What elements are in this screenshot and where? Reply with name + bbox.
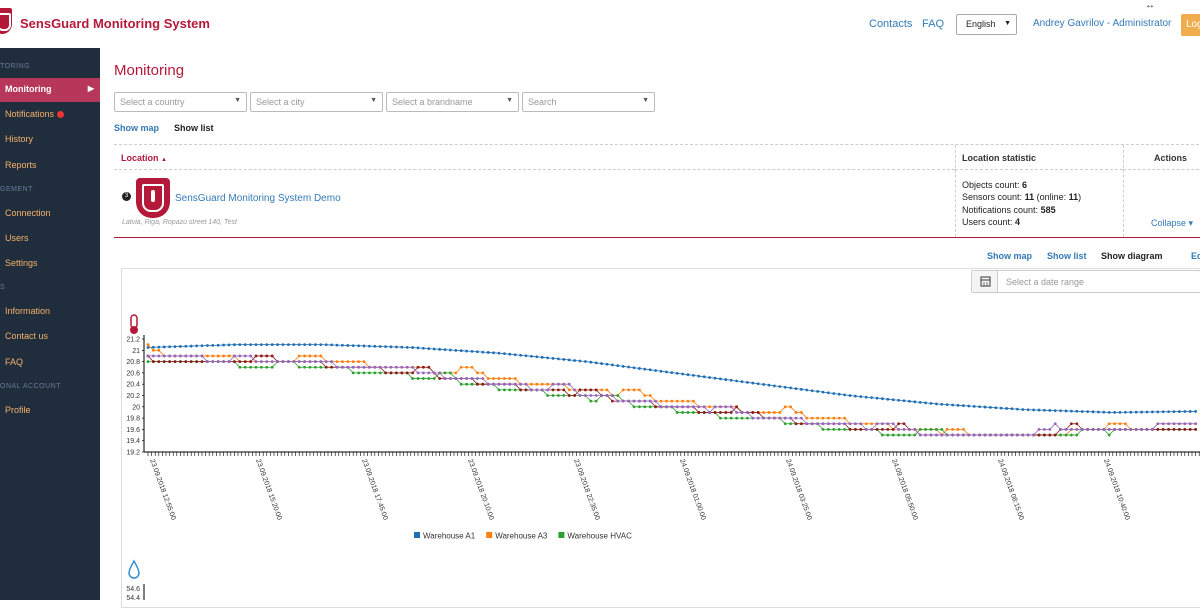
city-placeholder: Select a city <box>256 97 305 107</box>
detail-show-diagram-tab[interactable]: Show diagram <box>1101 251 1163 261</box>
sidebar-section-management: GEMENT <box>0 186 33 193</box>
sidebar-item-label: Users <box>5 233 29 243</box>
sidebar-item-information[interactable]: Information <box>0 300 100 324</box>
location-table: Location ▲ Location statistic Actions 3 … <box>114 144 1200 238</box>
location-address: Latvia, Riga, Ropazu street 140, Test <box>122 219 237 226</box>
page-title: Monitoring <box>114 62 185 79</box>
caret-right-icon: ▶ <box>87 84 94 93</box>
users-count: Users count: 4 <box>962 217 1021 227</box>
country-placeholder: Select a country <box>120 97 185 107</box>
column-divider <box>1123 145 1124 237</box>
search-select[interactable]: Search ▼ <box>522 92 655 112</box>
sidebar-item-label: Reports <box>5 160 37 170</box>
app-title[interactable]: SensGuard Monitoring System <box>20 16 210 31</box>
chevron-down-icon: ▼ <box>234 97 241 104</box>
sidebar-item-profile[interactable]: Profile <box>0 399 100 423</box>
sidebar-item-label: Information <box>5 306 51 316</box>
sidebar-item-contact-us[interactable]: Contact us <box>0 325 100 349</box>
detail-show-map-link[interactable]: Show map <box>987 251 1032 261</box>
city-select[interactable]: Select a city ▼ <box>250 92 383 112</box>
contacts-link[interactable]: Contacts <box>869 18 912 30</box>
sidebar-item-label: Notifications <box>5 109 55 119</box>
detail-show-list-link[interactable]: Show list <box>1047 251 1087 261</box>
sidebar-item-users[interactable]: Users <box>0 227 100 251</box>
show-list-tab[interactable]: Show list <box>174 123 214 133</box>
stat-column-header: Location statistic <box>955 145 1123 170</box>
actions-column-header: Actions <box>1123 145 1200 170</box>
chevron-down-icon: ▼ <box>642 97 649 104</box>
location-column-header[interactable]: Location ▲ <box>114 145 955 170</box>
chevron-down-icon: ▼ <box>370 97 377 104</box>
location-name-link[interactable]: SensGuard Monitoring System Demo <box>175 193 341 204</box>
user-account-link[interactable]: Andrey Gavrilov - Administrator <box>1033 18 1171 29</box>
sensors-count: Sensors count: 11 (online: 11) <box>962 192 1082 202</box>
top-bar: SensGuard Monitoring System Contacts FAQ… <box>0 0 1200 48</box>
date-range-placeholder: Select a date range <box>1006 277 1085 287</box>
diagram-panel <box>121 268 1200 608</box>
sidebar-section-account: ONAL ACCOUNT <box>0 383 61 390</box>
resize-cursor-icon: ↔ <box>1145 0 1155 11</box>
calendar-icon <box>972 271 998 292</box>
column-divider <box>955 145 956 237</box>
edit-link[interactable]: Ed <box>1191 251 1200 261</box>
sidebar-item-label: Settings <box>5 258 38 268</box>
shield-logo-icon <box>0 8 12 34</box>
sidebar-item-label: Profile <box>5 405 31 415</box>
faq-link[interactable]: FAQ <box>922 18 944 30</box>
language-value: English <box>966 19 996 29</box>
sidebar-item-history[interactable]: History <box>0 128 100 152</box>
sidebar-item-settings[interactable]: Settings <box>0 252 100 276</box>
objects-count: Objects count: 6 <box>962 180 1028 190</box>
brandname-select[interactable]: Select a brandname ▼ <box>386 92 519 112</box>
sidebar-item-monitoring[interactable]: Monitoring ▶ <box>0 78 100 102</box>
language-select[interactable]: English ▼ <box>956 14 1017 35</box>
brandname-placeholder: Select a brandname <box>392 97 473 107</box>
chevron-down-icon: ▼ <box>506 97 513 104</box>
sidebar-item-connection[interactable]: Connection <box>0 202 100 226</box>
sidebar-item-faq[interactable]: FAQ <box>0 351 100 375</box>
collapse-button[interactable]: Collapse ▾ <box>1151 218 1193 229</box>
sidebar-item-label: History <box>5 134 34 144</box>
sidebar-item-label: Connection <box>5 208 51 218</box>
country-select[interactable]: Select a country ▼ <box>114 92 247 112</box>
sidebar-item-label: Contact us <box>5 331 49 341</box>
sidebar-item-reports[interactable]: Reports <box>0 154 100 178</box>
sidebar-section-info: S <box>0 284 6 291</box>
logout-button[interactable]: Log <box>1181 14 1200 36</box>
sidebar-section-monitoring: TORING <box>0 63 31 70</box>
sidebar-item-label: FAQ <box>5 357 24 367</box>
show-map-link[interactable]: Show map <box>114 123 159 133</box>
location-count-badge: 3 <box>122 192 131 201</box>
sort-asc-icon: ▲ <box>161 157 167 163</box>
main-content: Monitoring Select a country ▼ Select a c… <box>100 48 1200 608</box>
thermometer-shield-icon <box>136 178 170 218</box>
sidebar-item-label: Monitoring <box>5 84 52 94</box>
search-placeholder: Search <box>528 97 557 107</box>
sidebar-item-notifications[interactable]: Notifications <box>0 103 100 127</box>
alert-dot-icon <box>57 111 65 119</box>
location-header-label: Location <box>121 153 159 163</box>
notifications-count: Notifications count: 585 <box>962 205 1056 215</box>
sidebar: TORING Monitoring ▶ Notifications Histor… <box>0 48 100 600</box>
chevron-down-icon: ▼ <box>1004 20 1011 27</box>
row-separator <box>114 237 1200 238</box>
date-range-input[interactable]: Select a date range <box>971 270 1200 293</box>
